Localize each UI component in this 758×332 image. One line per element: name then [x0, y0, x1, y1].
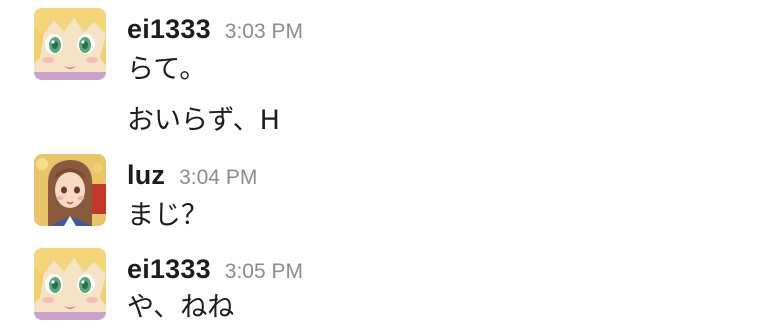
timestamp[interactable]: 3:03 PM [225, 20, 303, 43]
username[interactable]: ei1333 [127, 254, 211, 284]
message-header: luz 3:04 PM [127, 157, 257, 197]
timestamp[interactable]: 3:04 PM [179, 166, 257, 189]
message-header: ei1333 3:05 PM [127, 251, 303, 291]
username[interactable]: ei1333 [127, 14, 211, 44]
message-text: まじ？ [127, 200, 208, 231]
message-header: ei1333 3:03 PM [127, 11, 303, 51]
username[interactable]: luz [127, 160, 165, 190]
timestamp[interactable]: 3:05 PM [225, 260, 303, 283]
message-text: や、ねね [127, 292, 235, 323]
message-text: らて。 [127, 54, 207, 85]
message-feed: ei1333 3:03 PM らて。 おいらず、H luz 3:04 PM まじ… [0, 0, 758, 332]
message-group: ei1333 3:05 PM や、ねね [0, 248, 758, 332]
message-text: おいらず、H [127, 105, 280, 136]
avatar[interactable] [34, 248, 106, 320]
anime-blonde-girl-avatar-icon [34, 248, 106, 320]
anime-blonde-girl-avatar-icon [34, 8, 106, 80]
anime-brown-hair-girl-avatar-icon [34, 154, 106, 226]
avatar[interactable] [34, 154, 106, 226]
avatar[interactable] [34, 8, 106, 80]
message-group: luz 3:04 PM まじ？ [0, 154, 758, 234]
message-group: ei1333 3:03 PM らて。 おいらず、H [0, 8, 758, 148]
